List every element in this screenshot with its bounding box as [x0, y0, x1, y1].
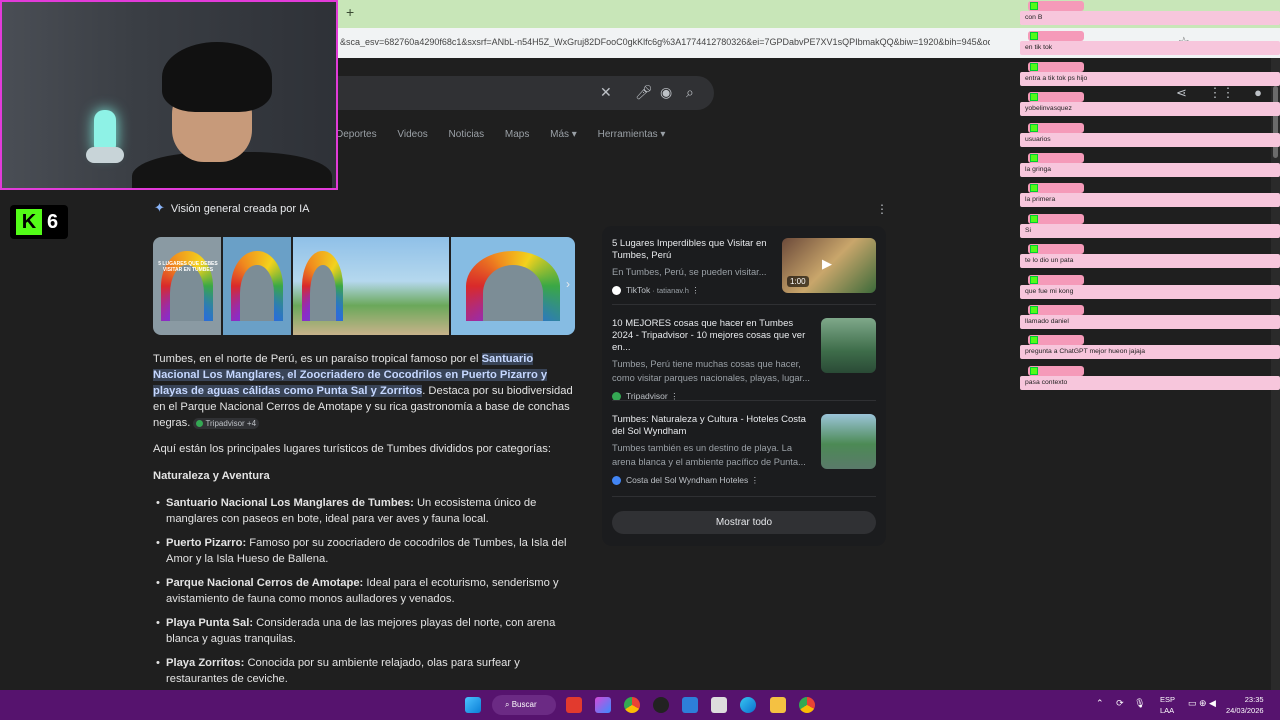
source-card[interactable]: 5 Lugares Imperdibles que Visitar en Tum…	[612, 238, 876, 296]
clear-icon[interactable]: ✕	[600, 84, 612, 101]
edge-icon[interactable]	[740, 697, 756, 713]
search-icon[interactable]: ⌕	[686, 84, 694, 101]
url-text[interactable]: &sca_esv=682760a4290f68c1&sxsrf=ANbL-n54…	[340, 37, 990, 47]
store-icon[interactable]	[711, 697, 727, 713]
chat-message: con B	[1020, 1, 1280, 25]
more-options-icon[interactable]: ⋮	[691, 285, 700, 295]
search-input[interactable]: ✕ 🎤︎ ◉ ⌕	[300, 76, 714, 110]
thumb-caption: 5 LUGARES QUE DEBES VISITAR EN TUMBES	[158, 261, 218, 273]
file-explorer-icon[interactable]	[770, 697, 786, 713]
app-icon[interactable]	[566, 697, 582, 713]
system-tray[interactable]: ⌃ ⟳ 🎙︎	[1096, 698, 1146, 709]
chevron-up-icon[interactable]: ⌃	[1096, 698, 1104, 708]
places-list: Santuario Nacional Los Manglares de Tumb…	[153, 495, 583, 695]
tab-deportes[interactable]: Deportes	[336, 129, 377, 140]
list-item: Parque Nacional Cerros de Amotape: Ideal…	[153, 575, 583, 607]
more-options-icon[interactable]: ⋮	[876, 202, 888, 216]
chat-message: en tik tok	[1020, 31, 1280, 55]
chevron-right-icon[interactable]: ›	[566, 277, 570, 291]
sync-icon[interactable]: ⟳	[1116, 698, 1124, 708]
clock[interactable]: 23:35 24/03/2026	[1226, 694, 1264, 716]
show-all-button[interactable]: Mostrar todo	[612, 511, 876, 534]
language-indicator[interactable]: ESP LAA	[1160, 694, 1175, 716]
site-icon	[612, 476, 621, 486]
ai-overview-title: Visión general creada por IA	[170, 203, 310, 215]
source-site[interactable]: Costa del Sol Wyndham Hoteles ⋮	[612, 475, 876, 486]
list-item: Puerto Pizarro: Famoso por su zoocriader…	[153, 535, 583, 567]
sources-panel: 5 Lugares Imperdibles que Visitar en Tum…	[602, 226, 886, 546]
viewer-count: 6	[47, 211, 59, 233]
list-item: Playa Zorritos: Conocida por su ambiente…	[153, 655, 583, 687]
taskbar-search-button[interactable]: ⌕ Buscar	[492, 695, 556, 715]
chat-overlay: con B en tik tok entra a tik tok ps hijo…	[1018, 0, 1280, 400]
image-carousel[interactable]: 5 LUGARES QUE DEBES VISITAR EN TUMBES	[153, 237, 575, 335]
carousel-image[interactable]	[451, 237, 575, 335]
taskbar: ⌕ Buscar ⌃ ⟳ 🎙︎ ESP LAA ▭ ⊕ ◀︎ 23:35 24/03…	[0, 690, 1280, 720]
chat-message: la gringa	[1020, 153, 1280, 177]
search-icon: ⌕	[505, 700, 512, 709]
chat-message: pasa contexto	[1020, 366, 1280, 390]
source-chip[interactable]: Tripadvisor +4	[193, 418, 260, 429]
chat-message: la primera	[1020, 183, 1280, 207]
search-tabs: Deportes Videos Noticias Maps Más ▾ Herr…	[336, 129, 683, 140]
video-duration: 1:00	[787, 276, 809, 287]
source-title[interactable]: Tumbes: Naturaleza y Cultura - Hoteles C…	[612, 414, 812, 438]
source-desc: En Tumbes, Perú, se pueden visitar...	[612, 267, 767, 277]
list-item: Playa Punta Sal: Considerada una de las …	[153, 615, 583, 647]
source-card[interactable]: 10 MEJORES cosas que hacer en Tumbes 202…	[612, 318, 876, 402]
carousel-image[interactable]	[293, 237, 449, 335]
new-tab-button[interactable]: +	[346, 4, 354, 20]
chat-message: que fue mi kong	[1020, 275, 1280, 299]
list-item: Santuario Nacional Los Manglares de Tumb…	[153, 495, 583, 527]
tab-videos[interactable]: Videos	[397, 129, 427, 140]
microphone-icon[interactable]: 🎤︎	[635, 84, 653, 101]
mail-icon[interactable]	[682, 697, 698, 713]
tab-herramientas[interactable]: Herramientas ▾	[598, 129, 666, 140]
ai-summary: Tumbes, en el norte de Perú, es un paraí…	[153, 351, 578, 432]
webcam-overlay	[0, 0, 338, 190]
chat-message: llamado daniel	[1020, 305, 1280, 329]
chat-message: pregunta a ChatGPT mejor hueon jajaja	[1020, 335, 1280, 359]
section-title: Naturaleza y Aventura	[153, 470, 270, 482]
play-icon: ▶	[822, 256, 832, 271]
categories-intro: Aquí están los principales lugares turís…	[153, 443, 551, 455]
app-icon[interactable]	[653, 697, 669, 713]
windows-start-icon[interactable]	[465, 697, 481, 713]
chrome-icon[interactable]	[799, 697, 815, 713]
kick-logo-icon: K	[16, 209, 42, 235]
sparkle-icon: ✦	[154, 200, 165, 215]
video-thumbnail[interactable]: ▶ 1:00	[782, 238, 876, 293]
tab-maps[interactable]: Maps	[505, 129, 529, 140]
kick-viewer-counter: K 6	[10, 205, 68, 239]
chat-message: te lo dio un pata	[1020, 244, 1280, 268]
microphone-icon[interactable]: 🎙︎	[1134, 698, 1145, 708]
source-title[interactable]: 10 MEJORES cosas que hacer en Tumbes 202…	[612, 318, 812, 354]
carousel-image[interactable]	[223, 237, 291, 335]
more-options-icon[interactable]: ⋮	[751, 475, 760, 485]
ai-overview-header: ✦ Visión general creada por IA	[154, 200, 310, 216]
summary-text: Tumbes, en el norte de Perú, es un paraí…	[153, 353, 482, 365]
source-image[interactable]	[821, 318, 876, 373]
source-desc: Tumbes también es un destino de playa. L…	[612, 443, 806, 467]
source-desc: Tumbes, Perú tiene muchas cosas que hace…	[612, 359, 810, 383]
source-card[interactable]: Tumbes: Naturaleza y Cultura - Hoteles C…	[612, 414, 876, 486]
tab-noticias[interactable]: Noticias	[449, 129, 485, 140]
copilot-icon[interactable]	[595, 697, 611, 713]
tiktok-icon	[612, 286, 621, 296]
source-title[interactable]: 5 Lugares Imperdibles que Visitar en Tum…	[612, 238, 772, 262]
tab-mas[interactable]: Más ▾	[550, 129, 577, 140]
lens-icon[interactable]: ◉	[660, 84, 672, 101]
chrome-icon[interactable]	[624, 697, 640, 713]
carousel-image[interactable]: 5 LUGARES QUE DEBES VISITAR EN TUMBES	[153, 237, 221, 335]
chat-message: usuarios	[1020, 123, 1280, 147]
chat-message: entra a tik tok ps hijo	[1020, 62, 1280, 86]
chat-message: yobelinvasquez	[1020, 92, 1280, 116]
chat-message: Si	[1020, 214, 1280, 238]
source-image[interactable]	[821, 414, 876, 469]
network-volume-icons[interactable]: ▭ ⊕ ◀︎	[1188, 698, 1216, 709]
